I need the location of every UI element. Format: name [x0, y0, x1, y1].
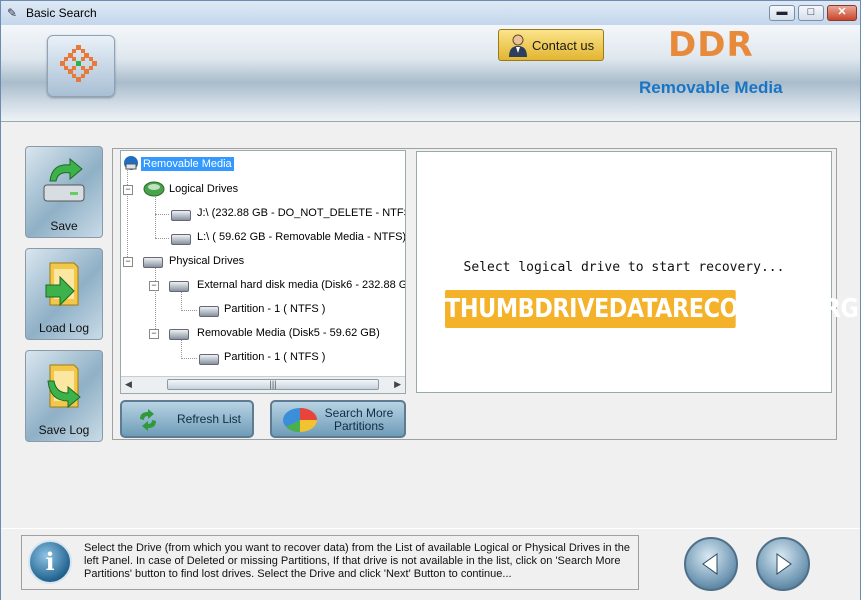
app-title-icon: ✎: [7, 6, 18, 20]
save-drive-icon: [43, 157, 85, 202]
tree-node-physical-drives[interactable]: Physical Drives: [169, 255, 244, 267]
tree-root-removable-media[interactable]: Removable Media: [141, 157, 234, 171]
tree-node-disk5-partition[interactable]: Partition - 1 ( NTFS ): [224, 351, 325, 363]
back-arrow-icon: [702, 553, 718, 575]
partition-icon: [199, 306, 219, 317]
refresh-list-label: Refresh List: [176, 412, 242, 426]
tree-connector: [155, 267, 156, 335]
scroll-thumb[interactable]: |||: [167, 379, 379, 390]
tree-node-drive-j[interactable]: J:\ (232.88 GB - DO_NOT_DELETE - NTFS): [197, 207, 405, 219]
website-watermark: THUMBDRIVEDATARECOVERY.ORG: [445, 290, 859, 328]
physical-drives-icon: [143, 257, 163, 268]
help-text: Select the Drive (from which you want to…: [84, 542, 630, 580]
removable-media-icon: [124, 156, 138, 170]
search-more-partitions-button[interactable]: Search More Partitions: [270, 400, 406, 438]
info-icon: i: [28, 540, 72, 584]
logical-drive-icon: [171, 210, 191, 221]
header-banner: Contact us DDR Removable Media: [1, 25, 860, 122]
title-bar[interactable]: ✎ Basic Search ▬ □ ✕: [1, 1, 860, 26]
tree-connector: [155, 195, 156, 238]
app-logo: [47, 35, 115, 97]
minimize-button[interactable]: ▬: [769, 5, 795, 21]
pie-chart-icon: [283, 408, 317, 433]
tree-node-disk6-partition[interactable]: Partition - 1 ( NTFS ): [224, 303, 325, 315]
footer: i Select the Drive (from which you want …: [1, 528, 860, 600]
product-name: Removable Media: [639, 78, 783, 97]
next-arrow-icon: [776, 553, 792, 575]
drive-tree[interactable]: Removable Media − Logical Drives J:\ (23…: [120, 150, 406, 394]
recovery-info-panel: Select logical drive to start recovery..…: [416, 151, 859, 393]
window-title: Basic Search: [26, 6, 97, 20]
checker-logo-icon: [60, 45, 97, 82]
partition-icon: [199, 354, 219, 365]
save-log-icon: [47, 364, 81, 409]
tree-connector: [181, 358, 197, 359]
physical-disk-icon: [169, 281, 189, 292]
search-more-label-line2: Partitions: [333, 419, 385, 433]
tree-connector: [181, 291, 182, 311]
tree-node-logical-drives[interactable]: Logical Drives: [169, 183, 238, 195]
select-drive-prompt: Select logical drive to start recovery..…: [463, 260, 785, 275]
collapse-physical-drives[interactable]: −: [123, 257, 133, 267]
tree-node-disk5[interactable]: Removable Media (Disk5 - 59.62 GB): [197, 327, 380, 339]
person-icon: [509, 34, 527, 57]
close-button[interactable]: ✕: [827, 5, 857, 21]
next-button[interactable]: [756, 537, 810, 591]
refresh-icon: [140, 409, 156, 431]
save-label: Save: [50, 219, 78, 233]
tree-node-disk6[interactable]: External hard disk media (Disk6 - 232.88…: [197, 279, 405, 291]
load-log-label: Load Log: [38, 321, 90, 335]
contact-us-button[interactable]: Contact us: [498, 29, 604, 61]
tree-connector: [181, 339, 182, 359]
maximize-button[interactable]: □: [798, 5, 824, 21]
save-button[interactable]: Save: [25, 146, 103, 238]
load-log-button[interactable]: Load Log: [25, 248, 103, 340]
application-window: ✎ Basic Search ▬ □ ✕ Contact us DDR Remo…: [0, 0, 861, 600]
scroll-left-arrow-icon[interactable]: ◀: [125, 379, 132, 390]
collapse-logical-drives[interactable]: −: [123, 185, 133, 195]
collapse-disk5[interactable]: −: [149, 329, 159, 339]
contact-us-label: Contact us: [532, 38, 595, 53]
load-log-icon: [45, 262, 79, 307]
logical-drive-icon: [171, 234, 191, 245]
refresh-list-button[interactable]: Refresh List: [120, 400, 254, 438]
help-info-box: i Select the Drive (from which you want …: [21, 535, 639, 590]
collapse-disk6[interactable]: −: [149, 281, 159, 291]
tree-connector: [181, 310, 197, 311]
save-log-button[interactable]: Save Log: [25, 350, 103, 442]
tree-connector: [155, 238, 169, 239]
back-button[interactable]: [684, 537, 738, 591]
tree-connector: [127, 167, 128, 263]
tree-connector: [155, 214, 169, 215]
tree-node-drive-l[interactable]: L:\ ( 59.62 GB - Removable Media - NTFS): [197, 231, 405, 243]
logical-drives-icon: [143, 181, 165, 197]
physical-disk-icon: [169, 329, 189, 340]
brand-logo-text: DDR: [668, 25, 754, 65]
save-log-label: Save Log: [38, 423, 90, 437]
tree-horizontal-scrollbar[interactable]: ◀ ||| ▶: [121, 376, 405, 393]
scroll-right-arrow-icon[interactable]: ▶: [394, 379, 401, 390]
